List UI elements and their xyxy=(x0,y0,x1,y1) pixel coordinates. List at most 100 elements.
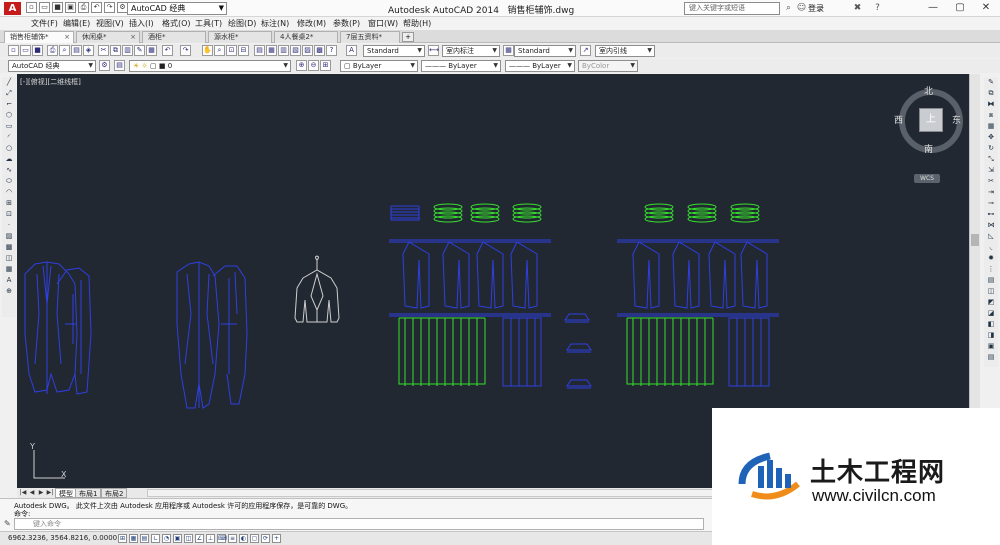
redo-icon[interactable]: ↷ xyxy=(104,2,115,13)
region-icon[interactable]: ◫ xyxy=(3,253,15,263)
print-preview-icon[interactable]: ⌕ xyxy=(59,45,70,56)
zoom-previous-icon[interactable]: ⊟ xyxy=(238,45,249,56)
stretch-icon[interactable]: ⇲ xyxy=(985,165,997,175)
save-icon[interactable]: ■ xyxy=(32,45,43,56)
zoom-realtime-icon[interactable]: ⌕ xyxy=(214,45,225,56)
move-icon[interactable]: ✥ xyxy=(985,132,997,142)
trim-icon[interactable]: ✂ xyxy=(985,176,997,186)
menu-file[interactable]: 文件(F) xyxy=(31,18,58,29)
tab-document[interactable]: 7层五资料* xyxy=(340,31,400,43)
menu-format[interactable]: 格式(O) xyxy=(162,18,191,29)
dim-style-select[interactable]: 室内标注 ▼ xyxy=(442,45,500,57)
print-icon[interactable]: ⎙ xyxy=(78,2,89,13)
polygon-icon[interactable]: ⬡ xyxy=(3,110,15,120)
layer-properties-icon[interactable]: ▤ xyxy=(114,60,125,71)
text-style-icon[interactable]: A xyxy=(346,45,357,56)
redo-icon[interactable]: ↷ xyxy=(180,45,191,56)
dynamic-input-icon[interactable]: ⌨ xyxy=(217,534,227,543)
tab-document[interactable]: 4人餐桌2* xyxy=(274,31,338,43)
mirror-icon[interactable]: ⧓ xyxy=(985,99,997,109)
next-layout-icon[interactable]: ▶ xyxy=(37,489,45,497)
menu-dimension[interactable]: 标注(N) xyxy=(261,18,289,29)
search-icon[interactable]: ⌕ xyxy=(783,3,794,14)
help-icon[interactable]: ? xyxy=(872,3,883,14)
markup-icon[interactable]: ▨ xyxy=(302,45,313,56)
new-file-icon[interactable]: ▫ xyxy=(8,45,19,56)
snap-mode-icon[interactable]: ▦ xyxy=(129,534,138,543)
workspace-select[interactable]: AutoCAD 经典 ▼ xyxy=(8,60,96,72)
maximize-icon[interactable]: ▢ xyxy=(947,0,973,16)
line-icon[interactable]: ╱ xyxy=(3,77,15,87)
dim-style-icon[interactable]: ⟷ xyxy=(428,45,439,56)
menu-parametric[interactable]: 参数(P) xyxy=(333,18,360,29)
command-input[interactable]: 键入命令 xyxy=(14,518,704,530)
construction-line-icon[interactable]: ⤢ xyxy=(3,88,15,98)
close-icon[interactable]: ✕ xyxy=(973,0,999,16)
make-current-layer-icon[interactable]: ⊕ xyxy=(296,60,307,71)
layer-icon[interactable]: ◫ xyxy=(985,286,997,296)
explode-icon[interactable]: ✹ xyxy=(985,253,997,263)
mleader-style-select[interactable]: 室内引线 ▼ xyxy=(595,45,655,57)
circle-icon[interactable]: ○ xyxy=(3,143,15,153)
polar-tracking-icon[interactable]: ◔ xyxy=(162,534,171,543)
compass-south[interactable]: 南 xyxy=(924,142,933,155)
close-icon[interactable]: × xyxy=(130,32,136,43)
undo-icon[interactable]: ↶ xyxy=(91,2,102,13)
break-icon[interactable]: ⊷ xyxy=(985,209,997,219)
tab-model[interactable]: 模型 xyxy=(55,488,77,498)
arc-icon[interactable]: ◜ xyxy=(3,132,15,142)
array-icon[interactable]: ▦ xyxy=(985,121,997,131)
compass-west[interactable]: 西 xyxy=(894,113,903,126)
quick-properties-icon[interactable]: ▢ xyxy=(250,534,259,543)
table-icon[interactable]: ▦ xyxy=(3,264,15,274)
menu-help[interactable]: 帮助(H) xyxy=(403,18,431,29)
properties-icon[interactable]: ▤ xyxy=(254,45,265,56)
layer-state-icon[interactable]: ⊞ xyxy=(320,60,331,71)
table-style-select[interactable]: Standard ▼ xyxy=(514,45,576,57)
paste-icon[interactable]: ▥ xyxy=(122,45,133,56)
zoom-window-icon[interactable]: ⊡ xyxy=(226,45,237,56)
offset-icon[interactable]: ⧈ xyxy=(985,110,997,120)
table-style-icon[interactable]: ▦ xyxy=(503,45,514,56)
tab-document[interactable]: 休闲桌* × xyxy=(76,31,140,43)
tab-document[interactable]: 源水柜* xyxy=(208,31,272,43)
spline-icon[interactable]: ∿ xyxy=(3,165,15,175)
tool-palettes-icon[interactable]: ▥ xyxy=(278,45,289,56)
fillet-icon[interactable]: ◟ xyxy=(985,242,997,252)
rectangle-icon[interactable]: ▭ xyxy=(3,121,15,131)
copy-icon[interactable]: ⧉ xyxy=(110,45,121,56)
text-style-select[interactable]: Standard ▼ xyxy=(363,45,425,57)
menu-tools[interactable]: 工具(T) xyxy=(195,18,222,29)
hatch-icon[interactable]: ▨ xyxy=(3,231,15,241)
mleader-style-icon[interactable]: ↗ xyxy=(580,45,591,56)
compass-east[interactable]: 东 xyxy=(952,113,961,126)
last-layout-icon[interactable]: ▶| xyxy=(46,489,54,497)
gradient-icon[interactable]: ▩ xyxy=(3,242,15,252)
color-select[interactable]: ▢ ByLayer ▼ xyxy=(340,60,418,72)
3d-object-snap-icon[interactable]: ◫ xyxy=(184,534,193,543)
block-editor-icon[interactable]: ▦ xyxy=(146,45,157,56)
viewcube[interactable]: 上 北 南 东 西 WCS xyxy=(894,84,974,183)
close-icon[interactable]: × xyxy=(64,32,70,43)
wcs-menu[interactable]: WCS xyxy=(914,174,940,183)
layer-merge-icon[interactable]: ▤ xyxy=(985,352,997,362)
help-search-input[interactable]: 键入关键字或短语 xyxy=(684,2,780,15)
new-tab-button[interactable]: + xyxy=(402,32,414,42)
coordinate-readout[interactable]: 6962.3236, 3564.8216, 0.0000 xyxy=(8,534,117,542)
previous-layout-icon[interactable]: ◀ xyxy=(28,489,36,497)
gear-icon[interactable]: ⚙ xyxy=(99,60,110,71)
erase-icon[interactable]: ✎ xyxy=(985,77,997,87)
tab-layout1[interactable]: 布局1 xyxy=(75,488,102,498)
print-icon[interactable]: ⎙ xyxy=(47,45,58,56)
minimize-icon[interactable]: — xyxy=(920,0,946,16)
user-icon[interactable]: ☺ xyxy=(796,3,807,14)
linetype-select[interactable]: ——— ByLayer ▼ xyxy=(421,60,501,72)
viewcube-top-face[interactable]: 上 xyxy=(919,108,943,132)
wrench-icon[interactable]: ✎ xyxy=(4,519,11,528)
undo-icon[interactable]: ↶ xyxy=(162,45,173,56)
3d-print-icon[interactable]: ◈ xyxy=(83,45,94,56)
break-at-point-icon[interactable]: ⊸ xyxy=(985,198,997,208)
sheet-set-icon[interactable]: ▧ xyxy=(290,45,301,56)
tab-document[interactable]: 销售柜辅饰* × xyxy=(4,31,74,43)
layer-previous-icon[interactable]: ⊖ xyxy=(308,60,319,71)
